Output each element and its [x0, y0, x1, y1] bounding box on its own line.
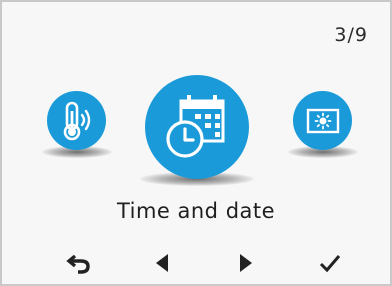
calendar-clock-icon — [166, 95, 225, 158]
back-arrow-icon — [66, 254, 90, 274]
page-counter: 3/9 — [334, 24, 368, 46]
display-brightness-icon — [306, 108, 339, 133]
confirm-button[interactable] — [315, 248, 345, 278]
back-button[interactable] — [64, 248, 94, 278]
left-triangle-icon — [156, 254, 168, 272]
carousel-item-display[interactable] — [293, 91, 352, 150]
carousel-item-time-and-date[interactable] — [145, 75, 249, 179]
next-button[interactable] — [231, 248, 261, 278]
carousel-item-temperature[interactable] — [47, 91, 106, 150]
device-screen: 3/9 Time and date — [0, 0, 392, 286]
selected-item-label: Time and date — [116, 199, 276, 223]
previous-button[interactable] — [147, 248, 177, 278]
thermometer-icon — [63, 101, 90, 140]
right-triangle-icon — [240, 254, 252, 272]
checkmark-icon — [319, 255, 341, 273]
